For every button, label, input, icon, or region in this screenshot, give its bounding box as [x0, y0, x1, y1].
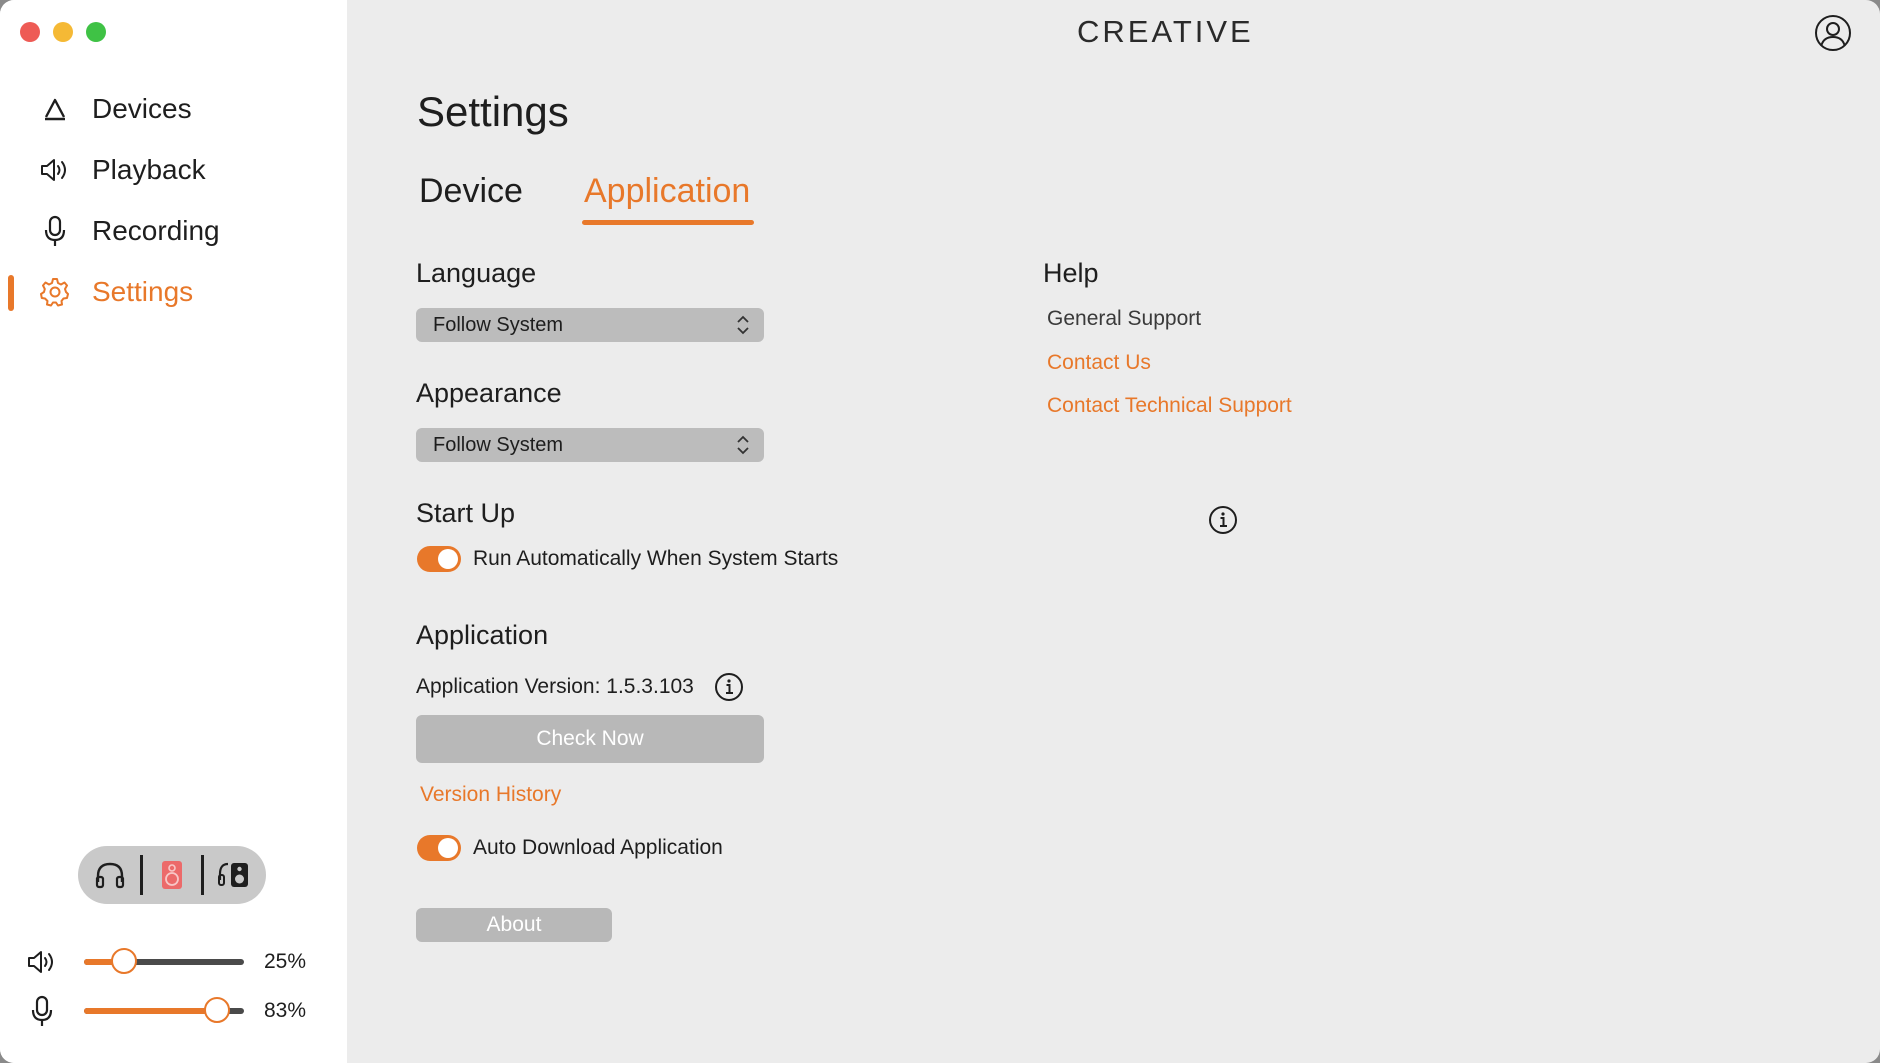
mic-slider-knob[interactable]: [203, 997, 230, 1023]
startup-heading: Start Up: [416, 498, 516, 528]
speaker-icon: [24, 944, 60, 980]
run-at-startup-toggle[interactable]: [417, 546, 461, 572]
volume-slider-knob[interactable]: [111, 948, 137, 974]
output-switcher: [78, 846, 266, 904]
appearance-select[interactable]: Follow System: [416, 428, 764, 462]
user-account-icon[interactable]: [1814, 14, 1852, 52]
startup-toggle-row: Run Automatically When System Starts: [417, 546, 838, 572]
headphones-speaker-icon[interactable]: [215, 856, 253, 894]
appearance-select-value: Follow System: [433, 433, 564, 456]
tab-application-label: Application: [584, 172, 751, 210]
auto-download-toggle-row: Auto Download Application: [417, 835, 723, 861]
auto-download-label: Auto Download Application: [473, 836, 723, 859]
sidebar-item-label: Settings: [92, 275, 194, 307]
check-now-button[interactable]: Check Now: [416, 715, 764, 763]
volume-slider-row: 25%: [24, 942, 324, 982]
sidebar-item-label: Playback: [92, 153, 206, 185]
appearance-heading: Appearance: [416, 378, 562, 408]
help-heading: Help: [1043, 258, 1099, 288]
about-button[interactable]: About: [416, 908, 612, 942]
main-content: CREATIVE Settings Device Application Lan…: [347, 0, 1880, 1063]
auto-download-toggle[interactable]: [417, 835, 461, 861]
creative-logo-icon: [38, 92, 72, 126]
sidebar-item-label: Devices: [92, 92, 192, 124]
application-heading: Application: [416, 620, 549, 650]
sidebar-item-settings[interactable]: Settings: [0, 261, 347, 322]
info-icon[interactable]: [1208, 505, 1238, 535]
sidebar-item-devices[interactable]: Devices: [0, 78, 347, 139]
language-select[interactable]: Follow System: [416, 308, 764, 342]
mic-slider[interactable]: [84, 997, 244, 1023]
up-down-chevron-icon: [736, 434, 750, 462]
switcher-divider: [201, 855, 205, 895]
run-at-startup-label: Run Automatically When System Starts: [473, 547, 839, 570]
page-title: Settings: [417, 88, 569, 135]
sidebar-item-playback[interactable]: Playback: [0, 139, 347, 200]
tab-application[interactable]: Application: [582, 172, 755, 225]
brand-logo: CREATIVE: [1077, 14, 1254, 49]
version-row: Application Version: 1.5.3.103: [416, 672, 744, 702]
version-history-link[interactable]: Version History: [420, 783, 561, 807]
close-window-button[interactable]: [20, 22, 40, 42]
app-window: Devices Playback Recording Settings 25% …: [0, 0, 1880, 1063]
speaker-icon: [38, 153, 72, 187]
gear-icon: [38, 275, 72, 309]
zoom-window-button[interactable]: [86, 22, 106, 42]
mic-percent: 83%: [264, 999, 307, 1022]
headphones-icon[interactable]: [91, 856, 129, 894]
language-heading: Language: [416, 258, 537, 288]
active-tab-underline: [582, 220, 755, 225]
sidebar: Devices Playback Recording Settings 25% …: [0, 0, 347, 1063]
mic-slider-row: 83%: [24, 991, 324, 1031]
speaker-box-icon[interactable]: [153, 856, 191, 894]
minimize-window-button[interactable]: [53, 22, 73, 42]
tab-device[interactable]: Device: [419, 172, 523, 211]
contact-technical-support-link[interactable]: Contact Technical Support: [1047, 394, 1292, 418]
toggle-knob: [438, 549, 458, 569]
info-icon[interactable]: [714, 672, 744, 702]
general-support-label: General Support: [1047, 307, 1202, 330]
contact-us-link[interactable]: Contact Us: [1047, 351, 1151, 375]
sidebar-item-label: Recording: [92, 214, 220, 246]
sidebar-item-recording[interactable]: Recording: [0, 200, 347, 261]
application-version: Application Version: 1.5.3.103: [416, 675, 694, 698]
volume-slider[interactable]: [84, 948, 244, 974]
mic-slider-fill: [84, 1008, 217, 1014]
window-controls: [20, 22, 106, 42]
sidebar-nav: Devices Playback Recording Settings: [0, 78, 347, 322]
up-down-chevron-icon: [736, 314, 750, 342]
microphone-icon: [38, 214, 72, 248]
language-select-value: Follow System: [433, 313, 564, 336]
volume-percent: 25%: [264, 950, 307, 973]
microphone-icon: [24, 993, 60, 1029]
switcher-divider: [139, 855, 143, 895]
active-indicator: [8, 275, 14, 311]
toggle-knob: [438, 838, 458, 858]
